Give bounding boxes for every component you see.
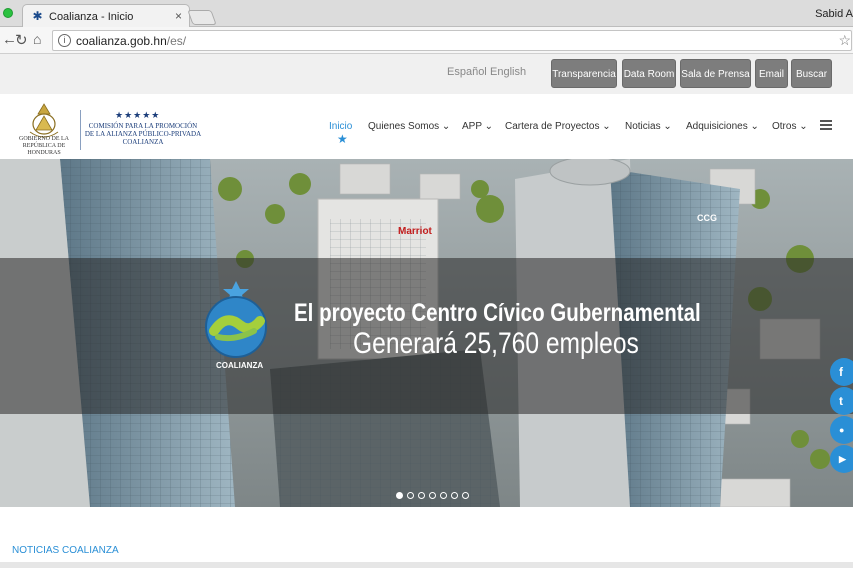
lang-english-link[interactable]: English bbox=[490, 66, 526, 78]
nav-noticias[interactable]: Noticias ⌄ bbox=[625, 121, 672, 132]
slide-dot[interactable] bbox=[451, 492, 458, 499]
utility-bar: Español English Transparencia Data Room … bbox=[0, 54, 853, 94]
slide-dot[interactable] bbox=[418, 492, 425, 499]
home-icon[interactable]: ⌂ bbox=[33, 31, 41, 47]
url-text: coalianza.gob.hn/es/ bbox=[76, 34, 187, 48]
slide-dot[interactable] bbox=[462, 492, 469, 499]
menu-hamburger-icon[interactable] bbox=[820, 120, 832, 132]
reload-icon[interactable]: ↻ bbox=[15, 31, 28, 49]
nav-quienes-somos[interactable]: Quienes Somos ⌄ bbox=[368, 121, 450, 132]
profile-name[interactable]: Sabid A bbox=[815, 8, 853, 20]
logo-divider bbox=[80, 110, 81, 150]
sala-de-prensa-button[interactable]: Sala de Prensa bbox=[680, 59, 751, 88]
bookmark-star-icon[interactable]: ☆ bbox=[838, 32, 851, 49]
nav-otros[interactable]: Otros ⌄ bbox=[772, 121, 808, 132]
nav-adquisiciones[interactable]: Adquisiciones ⌄ bbox=[686, 121, 759, 132]
address-toolbar: ← ↻ ⌂ i coalianza.gob.hn/es/ ☆ bbox=[0, 27, 853, 54]
transparencia-button[interactable]: Transparencia bbox=[551, 59, 617, 88]
seal-caption: GOBIERNO DE LA REPÚBLICA DE HONDURAS bbox=[19, 136, 69, 156]
site-info-icon[interactable]: i bbox=[58, 34, 71, 47]
tab-title: Coalianza - Inicio bbox=[49, 11, 134, 23]
hero-title: El proyecto Centro Cívico Gubernamental bbox=[294, 299, 701, 327]
marriot-sign: Marriot bbox=[398, 226, 433, 237]
twitter-icon[interactable]: t bbox=[830, 387, 853, 415]
coalianza-handshake-logo-icon bbox=[205, 281, 267, 358]
slide-dot[interactable] bbox=[407, 492, 414, 499]
coalianza-favicon-icon: ✱ bbox=[32, 9, 43, 23]
slide-dot[interactable] bbox=[440, 492, 447, 499]
hero-slider[interactable]: Marriot CCG COALIANZA El proyecto Centro… bbox=[0, 159, 853, 507]
youtube-icon[interactable]: ▶ bbox=[830, 445, 853, 473]
ccg-sign: CCG bbox=[697, 213, 717, 223]
active-star-icon: ★ bbox=[337, 132, 348, 146]
slide-dot[interactable] bbox=[429, 492, 436, 499]
browser-tab-bar: ✱ Coalianza - Inicio × Sabid A bbox=[0, 0, 853, 28]
site-header: GOBIERNO DE LA REPÚBLICA DE HONDURAS ★★★… bbox=[0, 94, 853, 159]
hero-logo-label: COALIANZA bbox=[216, 361, 264, 370]
nav-inicio[interactable]: Inicio bbox=[329, 121, 352, 132]
url-bar[interactable]: i coalianza.gob.hn/es/ ☆ bbox=[52, 30, 852, 51]
periscope-icon[interactable]: ● bbox=[830, 416, 853, 444]
email-button[interactable]: Email bbox=[755, 59, 788, 88]
coalianza-logo-text[interactable]: COMISIÓN PARA LA PROMOCIÓN DE LA ALIANZA… bbox=[84, 122, 202, 146]
browser-tab[interactable]: ✱ Coalianza - Inicio × bbox=[22, 4, 190, 28]
section-divider bbox=[0, 562, 853, 568]
slide-dot[interactable] bbox=[396, 492, 403, 499]
nav-app[interactable]: APP ⌄ bbox=[462, 121, 493, 132]
window-zoom-button[interactable] bbox=[3, 8, 13, 18]
facebook-icon[interactable]: f bbox=[830, 358, 853, 386]
hero-subtitle: Generará 25,760 empleos bbox=[353, 327, 639, 360]
new-tab-button[interactable] bbox=[187, 10, 217, 25]
buscar-button[interactable]: Buscar bbox=[791, 59, 832, 88]
lang-espanol-link[interactable]: Español bbox=[447, 66, 487, 78]
noticias-section-title: NOTICIAS COALIANZA bbox=[12, 545, 119, 556]
data-room-button[interactable]: Data Room bbox=[622, 59, 676, 88]
logo-stars-icon: ★★★★★ bbox=[115, 110, 161, 120]
nav-cartera-de-proyectos[interactable]: Cartera de Proyectos ⌄ bbox=[505, 121, 611, 132]
tab-close-icon[interactable]: × bbox=[175, 9, 182, 23]
